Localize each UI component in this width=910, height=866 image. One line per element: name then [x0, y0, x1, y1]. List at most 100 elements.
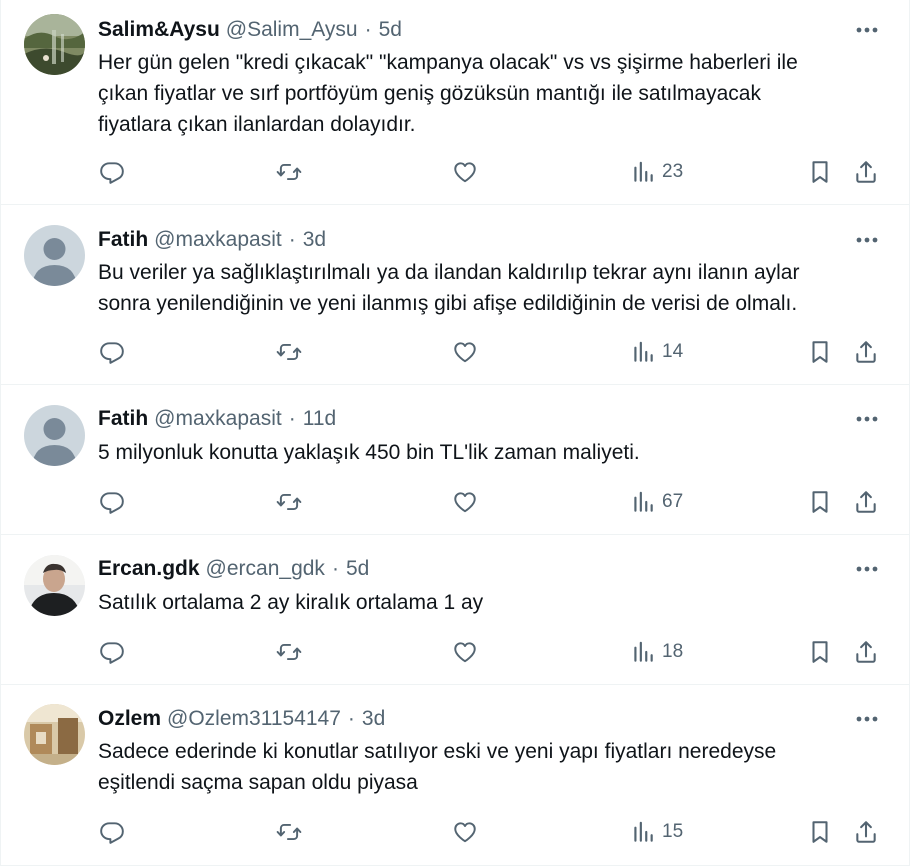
bookmark-button[interactable] [807, 817, 833, 847]
reply-icon [99, 159, 125, 185]
tweet[interactable]: Ozlem @Ozlem31154147 · 3d Sadece ederind… [1, 685, 909, 866]
separator-dot: · [364, 18, 372, 41]
like-icon [452, 819, 478, 845]
like-icon [452, 639, 478, 665]
views-icon [630, 159, 656, 185]
views-button[interactable]: 18 [630, 637, 683, 667]
separator-dot: · [288, 407, 296, 430]
share-icon [853, 339, 879, 365]
tweet-text: Bu veriler ya sağlıklaştırılmalı ya da i… [98, 261, 800, 315]
bookmark-icon [807, 489, 833, 515]
avatar[interactable] [24, 405, 85, 466]
share-icon [853, 489, 879, 515]
tweet[interactable]: Ercan.gdk @ercan_gdk · 5d Satılık ortala… [1, 535, 909, 685]
share-icon [853, 159, 879, 185]
reply-icon [99, 819, 125, 845]
author-name[interactable]: Fatih [98, 226, 148, 254]
avatar[interactable] [24, 14, 85, 75]
views-count: 67 [662, 491, 684, 512]
retweet-icon [276, 339, 302, 365]
share-button[interactable] [853, 157, 879, 187]
bookmark-icon [807, 639, 833, 665]
like-button[interactable] [452, 817, 478, 847]
author-handle[interactable]: @Salim_Aysu [226, 16, 358, 44]
tweet[interactable]: Fatih @maxkapasit · 3d Bu veriler ya sağ… [1, 205, 909, 385]
more-horizontal-icon[interactable] [851, 557, 883, 581]
bookmark-button[interactable] [807, 337, 833, 367]
tweet-header: Fatih @maxkapasit · 3d [98, 226, 326, 254]
bookmark-icon [807, 339, 833, 365]
like-button[interactable] [452, 637, 478, 667]
views-button[interactable]: 23 [630, 157, 683, 187]
bookmark-button[interactable] [807, 157, 833, 187]
share-button[interactable] [853, 487, 879, 517]
more-horizontal-icon[interactable] [851, 707, 883, 731]
views-button[interactable]: 14 [630, 337, 683, 367]
retweet-icon [276, 819, 302, 845]
reply-button[interactable] [99, 637, 125, 667]
more-horizontal-icon[interactable] [851, 228, 883, 252]
more-horizontal-icon[interactable] [851, 407, 883, 431]
timestamp[interactable]: 5d [346, 555, 369, 583]
retweet-icon [276, 159, 302, 185]
timestamp[interactable]: 3d [362, 705, 385, 733]
tweet-header: Salim&Aysu @Salim_Aysu · 5d [98, 16, 402, 44]
reply-button[interactable] [99, 157, 125, 187]
author-handle[interactable]: @maxkapasit [154, 405, 282, 433]
share-icon [853, 639, 879, 665]
tweet-header: Fatih @maxkapasit · 11d [98, 405, 336, 433]
share-button[interactable] [853, 637, 879, 667]
share-icon [853, 819, 879, 845]
views-count: 15 [662, 821, 684, 842]
tweet-text: Sadece ederinde ki konutlar satılıyor es… [98, 740, 777, 794]
tweet-header: Ozlem @Ozlem31154147 · 3d [98, 705, 385, 733]
retweet-button[interactable] [276, 817, 302, 847]
timestamp[interactable]: 11d [303, 405, 336, 433]
avatar[interactable] [24, 555, 85, 616]
author-handle[interactable]: @ercan_gdk [206, 555, 325, 583]
views-icon [630, 819, 656, 845]
retweet-icon [276, 489, 302, 515]
share-button[interactable] [853, 817, 879, 847]
tweet[interactable]: Salim&Aysu @Salim_Aysu · 5d Her gün gele… [1, 0, 909, 205]
retweet-button[interactable] [276, 337, 302, 367]
avatar[interactable] [24, 704, 85, 765]
author-name[interactable]: Ercan.gdk [98, 555, 200, 583]
author-name[interactable]: Fatih [98, 405, 148, 433]
tweet-header: Ercan.gdk @ercan_gdk · 5d [98, 555, 369, 583]
avatar[interactable] [24, 225, 85, 286]
more-horizontal-icon[interactable] [851, 18, 883, 42]
tweet-text: Her gün gelen "kredi çıkacak" "kampanya … [98, 51, 798, 136]
retweet-button[interactable] [276, 487, 302, 517]
separator-dot: · [331, 557, 339, 580]
tweet-text: Satılık ortalama 2 ay kiralık ortalama 1… [98, 591, 484, 614]
like-button[interactable] [452, 157, 478, 187]
retweet-button[interactable] [276, 637, 302, 667]
reply-button[interactable] [99, 487, 125, 517]
views-button[interactable]: 67 [630, 487, 683, 517]
reply-button[interactable] [99, 817, 125, 847]
views-count: 14 [662, 341, 684, 362]
tweet[interactable]: Fatih @maxkapasit · 11d 5 milyonluk konu… [1, 385, 909, 535]
timestamp[interactable]: 3d [303, 226, 326, 254]
author-name[interactable]: Salim&Aysu [98, 16, 220, 44]
like-icon [452, 339, 478, 365]
author-handle[interactable]: @maxkapasit [154, 226, 282, 254]
share-button[interactable] [853, 337, 879, 367]
reply-icon [99, 489, 125, 515]
bookmark-icon [807, 819, 833, 845]
author-handle[interactable]: @Ozlem31154147 [167, 705, 341, 733]
views-count: 18 [662, 641, 684, 662]
views-button[interactable]: 15 [630, 817, 683, 847]
separator-dot: · [347, 707, 355, 730]
timestamp[interactable]: 5d [379, 16, 402, 44]
retweet-button[interactable] [276, 157, 302, 187]
views-icon [630, 639, 656, 665]
bookmark-button[interactable] [807, 487, 833, 517]
like-button[interactable] [452, 337, 478, 367]
views-count: 23 [662, 161, 684, 182]
reply-button[interactable] [99, 337, 125, 367]
bookmark-button[interactable] [807, 637, 833, 667]
author-name[interactable]: Ozlem [98, 705, 161, 733]
like-button[interactable] [452, 487, 478, 517]
